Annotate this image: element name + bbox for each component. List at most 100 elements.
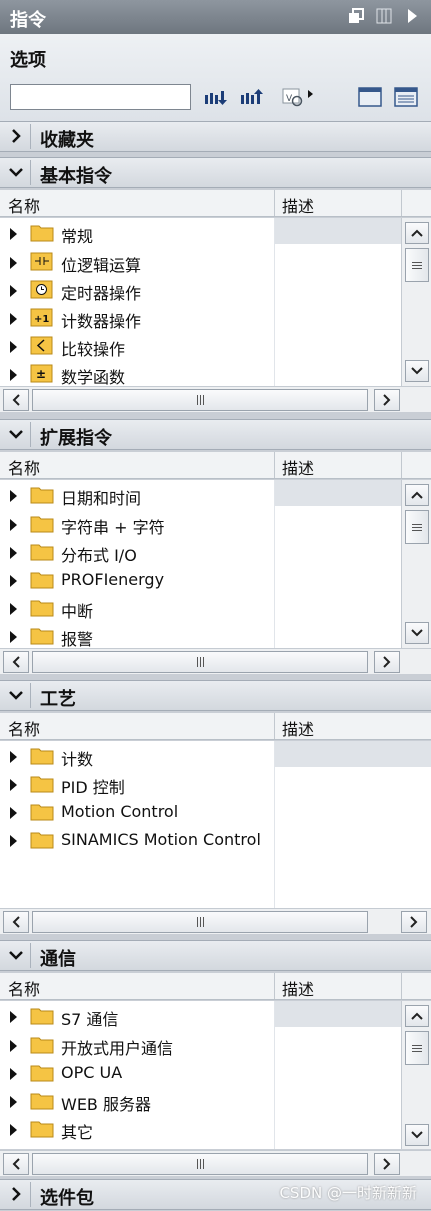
expand-arrow-icon[interactable] (10, 547, 17, 559)
list-item[interactable]: 日期和时间 (0, 481, 274, 509)
list-item[interactable]: SINAMICS Motion Control (0, 826, 274, 854)
column-name-header[interactable]: 名称 (8, 976, 40, 1000)
folder-icon (30, 776, 54, 793)
list-item[interactable]: +1 计数器操作 (0, 304, 274, 332)
column-description-header[interactable]: 描述 (282, 716, 314, 740)
scroll-thumb[interactable] (32, 651, 368, 673)
column-name-header[interactable]: 名称 (8, 193, 40, 217)
float-window-icon[interactable] (347, 7, 365, 25)
section-technology-header[interactable]: 工艺 (0, 680, 431, 711)
scroll-up-button[interactable] (405, 1005, 429, 1027)
scroll-right-button[interactable] (374, 389, 400, 411)
list-item[interactable]: 报警 (0, 622, 274, 650)
expand-arrow-icon[interactable] (10, 1011, 17, 1023)
expand-arrow-icon[interactable] (10, 631, 17, 643)
scroll-left-button[interactable] (3, 651, 29, 673)
section-communication-header[interactable]: 通信 (0, 940, 431, 971)
horizontal-scrollbar[interactable] (0, 386, 431, 412)
scroll-thumb[interactable] (405, 248, 429, 282)
column-name-header[interactable]: 名称 (8, 455, 40, 479)
expand-arrow-icon[interactable] (10, 807, 17, 819)
vertical-scrollbar[interactable] (401, 218, 431, 386)
expand-arrow-icon[interactable] (10, 779, 17, 791)
column-description-header[interactable]: 描述 (282, 976, 314, 1000)
version-select-icon[interactable]: V (281, 85, 315, 109)
scroll-up-button[interactable] (405, 222, 429, 244)
expand-arrow-icon[interactable] (10, 285, 17, 297)
scroll-thumb[interactable] (405, 510, 429, 544)
list-item[interactable]: 其它 (0, 1115, 274, 1143)
expand-arrow-icon[interactable] (10, 1124, 17, 1136)
dock-layout-icon[interactable] (375, 7, 393, 25)
expand-arrow-icon[interactable] (10, 519, 17, 531)
scroll-thumb[interactable] (32, 389, 368, 411)
vertical-scrollbar[interactable] (401, 1001, 431, 1149)
search-input[interactable] (10, 84, 191, 110)
list-item[interactable]: 定时器操作 (0, 276, 274, 304)
section-extended-instructions-header[interactable]: 扩展指令 (0, 419, 431, 450)
column-description-header[interactable]: 描述 (282, 455, 314, 479)
list-item[interactable]: OPC UA (0, 1059, 274, 1087)
column-name-header[interactable]: 名称 (8, 716, 40, 740)
expand-arrow-icon[interactable] (10, 341, 17, 353)
scroll-right-button[interactable] (374, 651, 400, 673)
extended-instructions-list: 日期和时间 字符串 + 字符 分布式 I/O PROFIenergy 中断 报警 (0, 480, 431, 650)
list-item[interactable]: 计数 (0, 742, 274, 770)
scroll-right-button[interactable] (374, 1153, 400, 1175)
expand-arrow-icon[interactable] (10, 228, 17, 240)
column-description-header[interactable]: 描述 (282, 193, 314, 217)
expand-arrow-icon[interactable] (10, 257, 17, 269)
horizontal-scrollbar[interactable] (0, 648, 431, 674)
list-item[interactable]: 中断 (0, 594, 274, 622)
panel-title: 指令 (10, 10, 46, 31)
horizontal-scrollbar[interactable] (0, 908, 431, 934)
expand-arrow-icon[interactable] (10, 490, 17, 502)
scroll-up-button[interactable] (405, 484, 429, 506)
list-item[interactable]: 比较操作 (0, 332, 274, 360)
expand-arrow-icon[interactable] (10, 603, 17, 615)
scroll-left-button[interactable] (3, 389, 29, 411)
single-pane-view-icon[interactable] (357, 85, 383, 109)
scroll-thumb[interactable] (32, 911, 368, 933)
list-item[interactable]: ± 数学函数 (0, 360, 274, 388)
section-favorites-header[interactable]: 收藏夹 (0, 121, 431, 152)
list-item[interactable]: 常规 (0, 219, 274, 247)
list-item[interactable]: Motion Control (0, 798, 274, 826)
list-item[interactable]: 字符串 + 字符 (0, 510, 274, 538)
chevron-down-icon (9, 168, 23, 177)
collapse-panel-icon[interactable] (403, 7, 421, 25)
panel-titlebar: 指令 (0, 0, 431, 34)
list-item[interactable]: WEB 服务器 (0, 1087, 274, 1115)
scroll-right-button[interactable] (401, 911, 427, 933)
expand-arrow-icon[interactable] (10, 1096, 17, 1108)
detail-view-icon[interactable] (393, 85, 419, 109)
list-item[interactable]: PID 控制 (0, 770, 274, 798)
scroll-thumb[interactable] (405, 1031, 429, 1065)
vertical-scrollbar[interactable] (401, 480, 431, 648)
horizontal-scrollbar[interactable] (0, 1150, 431, 1176)
list-item[interactable]: 位逻辑运算 (0, 248, 274, 276)
search-down-icon[interactable] (203, 85, 229, 109)
expand-arrow-icon[interactable] (10, 835, 17, 847)
list-item[interactable]: 开放式用户通信 (0, 1031, 274, 1059)
list-item[interactable]: PROFIenergy (0, 566, 274, 594)
expand-arrow-icon[interactable] (10, 575, 17, 587)
expand-arrow-icon[interactable] (10, 1040, 17, 1052)
scroll-left-button[interactable] (3, 911, 29, 933)
expand-arrow-icon[interactable] (10, 369, 17, 381)
expand-arrow-icon[interactable] (10, 751, 17, 763)
expand-arrow-icon[interactable] (10, 313, 17, 325)
list-item[interactable]: 分布式 I/O (0, 538, 274, 566)
section-basic-instructions-header[interactable]: 基本指令 (0, 157, 431, 188)
scroll-thumb[interactable] (32, 1153, 368, 1175)
counter-icon: +1 (30, 308, 53, 327)
scroll-left-button[interactable] (3, 1153, 29, 1175)
section-title: 收藏夹 (40, 130, 94, 151)
search-up-icon[interactable] (239, 85, 265, 109)
scroll-down-button[interactable] (405, 360, 429, 382)
expand-arrow-icon[interactable] (10, 1068, 17, 1080)
options-label: 选项 (10, 50, 46, 71)
list-item[interactable]: S7 通信 (0, 1002, 274, 1030)
scroll-down-button[interactable] (405, 1124, 429, 1146)
scroll-down-button[interactable] (405, 622, 429, 644)
